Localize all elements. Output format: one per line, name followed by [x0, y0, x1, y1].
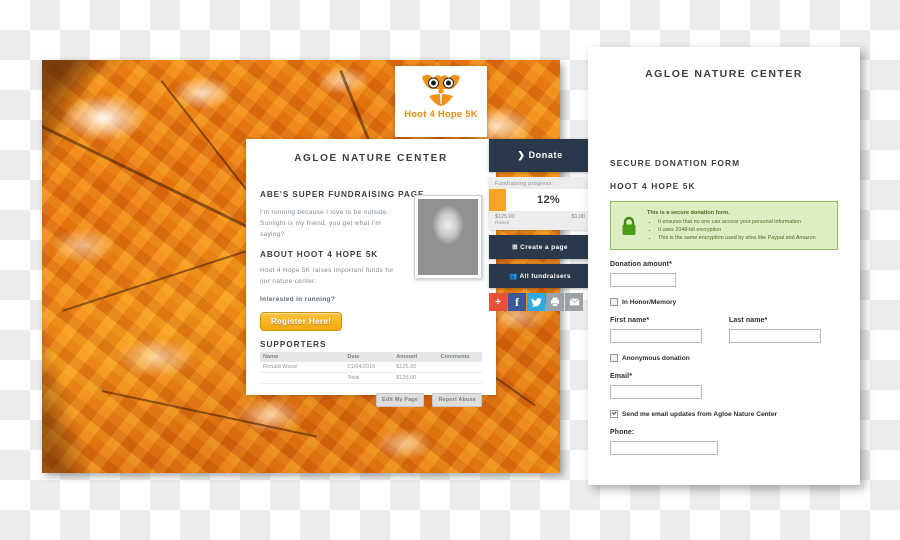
anonymous-donation-checkbox[interactable] — [610, 354, 618, 363]
cell-total-blank2 — [437, 372, 482, 385]
name-fields-row: First name* Last name* — [610, 306, 838, 345]
cell-comments — [437, 362, 482, 374]
fundraiser-portrait — [414, 195, 482, 279]
cell-total-label: Total — [344, 372, 394, 385]
first-name-input[interactable] — [610, 328, 702, 343]
interested-text: Interested in running? — [260, 296, 336, 304]
table-total-row: Total $125.00 — [260, 372, 482, 385]
twitter-bird-icon — [530, 297, 542, 307]
table-header-row: Name Date Amount Comments — [260, 352, 482, 363]
column-name: Name — [260, 352, 345, 363]
fundraising-progress-box: Fundraising progress: 12% $125.00 Raised… — [489, 177, 591, 230]
last-name-label: Last name* — [729, 317, 768, 325]
addthis-share-icon[interactable]: + — [489, 293, 507, 311]
chevron-right-icon: ❯ — [517, 150, 526, 160]
envelope-glyph-icon — [568, 298, 580, 306]
required-mark: * — [669, 261, 672, 269]
report-abuse-button[interactable]: Report Abuse — [432, 393, 482, 408]
anonymous-donation-label: Anonymous donation — [622, 354, 690, 362]
edit-my-page-button[interactable]: Edit My Page — [376, 393, 424, 408]
form-subheading: HOOT 4 HOPE 5K — [610, 181, 696, 191]
secure-donation-form-panel: AGLOE NATURE CENTER SECURE DONATION FORM… — [588, 47, 860, 485]
fundraiser-page-card: AGLOE NATURE CENTER ABE'S SUPER FUNDRAIS… — [246, 139, 496, 408]
all-fundraisers-button[interactable]: 👥 All fundraisers — [489, 264, 591, 288]
create-a-page-button[interactable]: ⊞ Create a page — [489, 235, 591, 259]
about-body: Hoot 4 Hope 5K raises important funds fo… — [260, 266, 394, 285]
column-date: Date — [344, 352, 394, 363]
secure-bullet: It ensures that no one can access your p… — [658, 219, 816, 227]
progress-bar: 12% — [489, 189, 591, 211]
donate-button-label: Donate — [528, 150, 563, 160]
phone-label: Phone: — [610, 429, 635, 437]
first-name-label: First name* — [610, 317, 650, 325]
create-a-page-label: Create a page — [520, 244, 568, 251]
donation-amount-label: Donation amount* — [610, 261, 672, 269]
cell-total-blank — [260, 372, 345, 385]
email-icon[interactable] — [565, 293, 583, 311]
column-amount: Amount — [393, 352, 438, 363]
raised-sublabel: Raised — [495, 220, 510, 225]
in-honor-row[interactable]: In Honor/Memory — [610, 298, 838, 307]
last-name-input[interactable] — [729, 328, 821, 343]
email-updates-label: Send me email updates from Agloe Nature … — [622, 410, 778, 418]
page-actions: Edit My Page Report Abuse — [260, 388, 482, 408]
secure-bullet: This is the same encryption used by site… — [658, 235, 816, 243]
all-fundraisers-label: All fundraisers — [519, 273, 571, 280]
group-icon: 👥 — [509, 273, 518, 280]
column-comments: Comments — [437, 352, 482, 363]
fundraiser-bio: I'm running because I love to be outside… — [260, 209, 389, 239]
last-name-group: Last name* — [729, 306, 838, 345]
supporters-table: Name Date Amount Comments Ronald Wood 01… — [260, 352, 482, 385]
twitter-icon[interactable] — [527, 293, 545, 311]
form-org-title: AGLOE NATURE CENTER — [645, 68, 803, 80]
donate-button[interactable]: ❯ Donate — [489, 139, 591, 172]
facebook-icon[interactable]: f — [508, 293, 526, 311]
email-input[interactable] — [610, 384, 702, 399]
owl-icon — [422, 74, 460, 106]
in-honor-label: In Honor/Memory — [622, 298, 677, 306]
donate-sidebar: ❯ Donate Fundraising progress: 12% $125.… — [489, 139, 591, 311]
cell-total-amount: $125.00 — [393, 372, 438, 385]
donation-amount-input[interactable] — [610, 272, 676, 287]
progress-bar-fill — [489, 189, 506, 211]
form-heading: SECURE DONATION FORM — [610, 158, 741, 168]
progress-label: Fundraising progress: — [495, 181, 554, 187]
printer-glyph-icon — [550, 297, 560, 307]
secure-bullet: It uses 2048-bit encryption — [658, 227, 816, 235]
progress-footer: $125.00 Raised $1,00 — [489, 211, 591, 230]
plus-square-icon: ⊞ — [512, 244, 518, 251]
cell-date: 01/04/2016 — [344, 362, 394, 374]
social-share-bar: + f — [489, 293, 591, 311]
required-mark: * — [646, 317, 650, 325]
supporters-heading: SUPPORTERS — [260, 340, 327, 350]
padlock-icon — [619, 209, 639, 242]
table-row: Ronald Wood 01/04/2016 $125.00 — [260, 362, 482, 374]
required-mark: * — [764, 317, 768, 325]
email-label: Email* — [610, 373, 633, 381]
print-icon[interactable] — [546, 293, 564, 311]
anonymous-row[interactable]: Anonymous donation — [610, 354, 838, 363]
logo-text: Hoot 4 Hope 5K — [404, 109, 478, 120]
cell-amount: $125.00 — [393, 362, 438, 374]
secure-notice-bullets: It ensures that no one can access your p… — [647, 219, 816, 242]
first-name-group: First name* — [610, 306, 719, 345]
email-updates-checkbox[interactable] — [610, 410, 618, 419]
secure-notice: This is a secure donation form. It ensur… — [610, 201, 838, 251]
email-updates-row[interactable]: Send me email updates from Agloe Nature … — [610, 410, 838, 419]
organization-logo-card: Hoot 4 Hope 5K — [395, 66, 487, 137]
cell-name: Ronald Wood — [260, 362, 345, 374]
register-here-button[interactable]: Register Here! — [260, 312, 343, 332]
goal-amount: $1,00 — [571, 214, 586, 220]
phone-input[interactable] — [610, 440, 718, 455]
required-mark: * — [629, 373, 633, 381]
progress-percent: 12% — [537, 194, 560, 206]
page-title: AGLOE NATURE CENTER — [294, 153, 448, 164]
in-honor-checkbox[interactable] — [610, 298, 618, 307]
secure-notice-lead: This is a secure donation form. — [647, 210, 730, 216]
